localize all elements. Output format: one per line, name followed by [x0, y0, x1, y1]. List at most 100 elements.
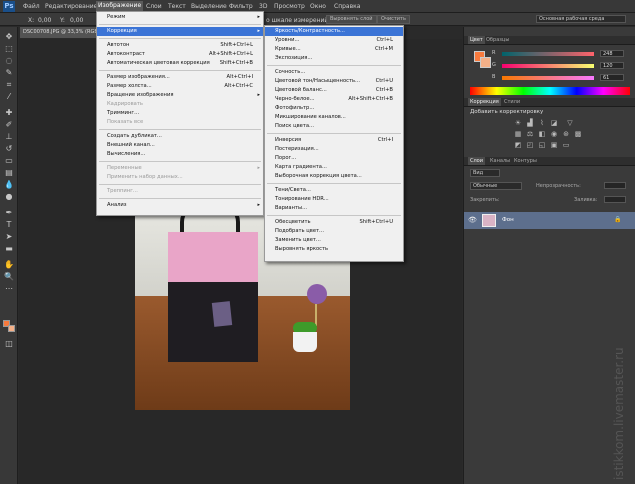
menu-item[interactable]: Выровнять яркость: [265, 245, 403, 254]
bw-adjust-icon[interactable]: ◧: [538, 131, 546, 138]
layer-row-background[interactable]: 👁 Фон 🔒: [464, 212, 635, 229]
menu-item[interactable]: Размер изображения... Alt+Ctrl+I: [97, 73, 263, 82]
workspace-select[interactable]: Основная рабочая среда: [536, 15, 626, 23]
vibrance-adjust-icon[interactable]: ▽: [566, 120, 574, 127]
tab-styles[interactable]: Стили: [504, 98, 520, 106]
levels-adjust-icon[interactable]: ▟: [526, 120, 534, 127]
tab-paths[interactable]: Контуры: [514, 157, 537, 165]
menu-item[interactable]: Обесцветить Shift+Ctrl+U: [265, 218, 403, 227]
menu-help[interactable]: Справка: [334, 3, 360, 10]
menu-item[interactable]: Цветовой баланс... Ctrl+B: [265, 86, 403, 95]
move-tool-icon[interactable]: ✥: [4, 33, 14, 41]
threshold-adjust-icon[interactable]: ◱: [538, 142, 546, 149]
menu-file[interactable]: Файл: [23, 3, 40, 10]
menu-item[interactable]: Коррекция ▸: [97, 27, 263, 36]
pen-tool-icon[interactable]: ✒: [4, 209, 14, 217]
tab-color[interactable]: Цвет: [468, 36, 485, 44]
visibility-eye-icon[interactable]: 👁: [468, 216, 477, 224]
mixer-adjust-icon[interactable]: ⊛: [562, 131, 570, 138]
menu-item[interactable]: Тримминг...: [97, 109, 263, 118]
menu-item[interactable]: Черно-белое... Alt+Shift+Ctrl+B: [265, 95, 403, 104]
marquee-tool-icon[interactable]: ⬚: [4, 45, 14, 53]
menu-item[interactable]: Подобрать цвет...: [265, 227, 403, 236]
quick-mask-icon[interactable]: ◫: [4, 340, 14, 348]
brush-tool-icon[interactable]: ✐: [4, 121, 14, 129]
menu-item[interactable]: Фотофильтр...: [265, 104, 403, 113]
brightness-adjust-icon[interactable]: ☀: [514, 120, 522, 127]
channel-r-slider[interactable]: [502, 52, 594, 56]
type-tool-icon[interactable]: T: [4, 221, 14, 229]
blend-mode-select[interactable]: Обычные: [470, 182, 522, 190]
opacity-field[interactable]: [604, 182, 626, 189]
tab-channels[interactable]: Каналы: [490, 157, 510, 165]
tab-adjustments[interactable]: Коррекция: [468, 98, 501, 106]
menu-item[interactable]: Вращение изображения ▸: [97, 91, 263, 100]
clear-button[interactable]: Очистить: [377, 15, 410, 24]
menu-layers[interactable]: Слои: [146, 3, 162, 10]
eyedropper-tool-icon[interactable]: ⁄: [4, 93, 14, 101]
menu-item[interactable]: Карта градиента...: [265, 163, 403, 172]
menu-filter[interactable]: Фильтр: [229, 3, 253, 10]
tab-layers[interactable]: Слои: [468, 157, 485, 165]
path-select-tool-icon[interactable]: ➤: [4, 233, 14, 241]
lasso-tool-icon[interactable]: ◌: [4, 57, 14, 65]
exposure-adjust-icon[interactable]: ◪: [550, 120, 558, 127]
shape-tool-icon[interactable]: ▬: [4, 245, 14, 253]
menu-select[interactable]: Выделение: [191, 3, 227, 10]
menu-edit[interactable]: Редактирование: [45, 3, 97, 10]
healing-tool-icon[interactable]: ✚: [4, 109, 14, 117]
menu-item[interactable]: Размер холста... Alt+Ctrl+C: [97, 82, 263, 91]
menu-item[interactable]: Тени/Света...: [265, 186, 403, 195]
menu-item[interactable]: Яркость/Контрастность...: [265, 27, 403, 36]
quick-select-tool-icon[interactable]: ✎: [4, 69, 14, 77]
y-value[interactable]: 0,00: [70, 17, 83, 24]
menu-item[interactable]: Варианты...: [265, 204, 403, 213]
menu-item[interactable]: Режим ▸: [97, 13, 263, 22]
menu-item[interactable]: Заменить цвет...: [265, 236, 403, 245]
gradient-map-adjust-icon[interactable]: ▭: [562, 142, 570, 149]
menu-view[interactable]: Просмотр: [274, 3, 305, 10]
eraser-tool-icon[interactable]: ▭: [4, 157, 14, 165]
tab-swatches[interactable]: Образцы: [486, 36, 509, 44]
photofilter-adjust-icon[interactable]: ◉: [550, 131, 558, 138]
curves-adjust-icon[interactable]: ⌇: [538, 120, 546, 127]
menu-item[interactable]: Автотон Shift+Ctrl+L: [97, 41, 263, 50]
selective-color-adjust-icon[interactable]: ▣: [550, 142, 558, 149]
menu-item[interactable]: Автоконтраст Alt+Shift+Ctrl+L: [97, 50, 263, 59]
menu-item[interactable]: Вычисления...: [97, 150, 263, 159]
posterize-adjust-icon[interactable]: ◰: [526, 142, 534, 149]
x-value[interactable]: 0,00: [38, 17, 51, 24]
background-color-swatch[interactable]: [8, 325, 15, 332]
menu-item[interactable]: Поиск цвета...: [265, 122, 403, 131]
crop-tool-icon[interactable]: ⌗: [4, 81, 14, 89]
menu-item[interactable]: Сочность...: [265, 68, 403, 77]
document-tab[interactable]: DSC00708.JPG @ 33,3% (RGB: [20, 27, 100, 38]
color-panel-bg[interactable]: [480, 57, 491, 68]
channel-r-value[interactable]: 248: [600, 50, 624, 57]
hue-adjust-icon[interactable]: ▦: [514, 131, 522, 138]
menu-item[interactable]: Микширование каналов...: [265, 113, 403, 122]
menu-item[interactable]: Автоматическая цветовая коррекция Shift+C…: [97, 59, 263, 68]
fill-field[interactable]: [604, 196, 626, 203]
menu-type[interactable]: Текст: [168, 3, 186, 10]
hand-tool-icon[interactable]: ✋: [4, 261, 14, 269]
menu-item[interactable]: Анализ ▸: [97, 201, 263, 210]
menu-item[interactable]: Тонирование HDR...: [265, 195, 403, 204]
channel-b-slider[interactable]: [502, 76, 594, 80]
channel-b-value[interactable]: 61: [600, 74, 624, 81]
clone-tool-icon[interactable]: ⊥: [4, 133, 14, 141]
menu-item[interactable]: Кривые... Ctrl+M: [265, 45, 403, 54]
dodge-tool-icon[interactable]: ●: [4, 193, 14, 201]
menu-item[interactable]: Инверсия Ctrl+I: [265, 136, 403, 145]
invert-adjust-icon[interactable]: ◩: [514, 142, 522, 149]
color-spectrum-bar[interactable]: [470, 87, 630, 95]
lookup-adjust-icon[interactable]: ▩: [574, 131, 582, 138]
menu-item[interactable]: Внешний канал...: [97, 141, 263, 150]
align-layer-button[interactable]: Выровнять слой: [326, 15, 377, 24]
channel-g-value[interactable]: 120: [600, 62, 624, 69]
layer-name[interactable]: Фон: [502, 217, 514, 223]
menu-item[interactable]: Порог...: [265, 154, 403, 163]
extra-tools-icon[interactable]: ⋯: [4, 285, 14, 293]
menu-item[interactable]: Уровни... Ctrl+L: [265, 36, 403, 45]
history-brush-tool-icon[interactable]: ↺: [4, 145, 14, 153]
